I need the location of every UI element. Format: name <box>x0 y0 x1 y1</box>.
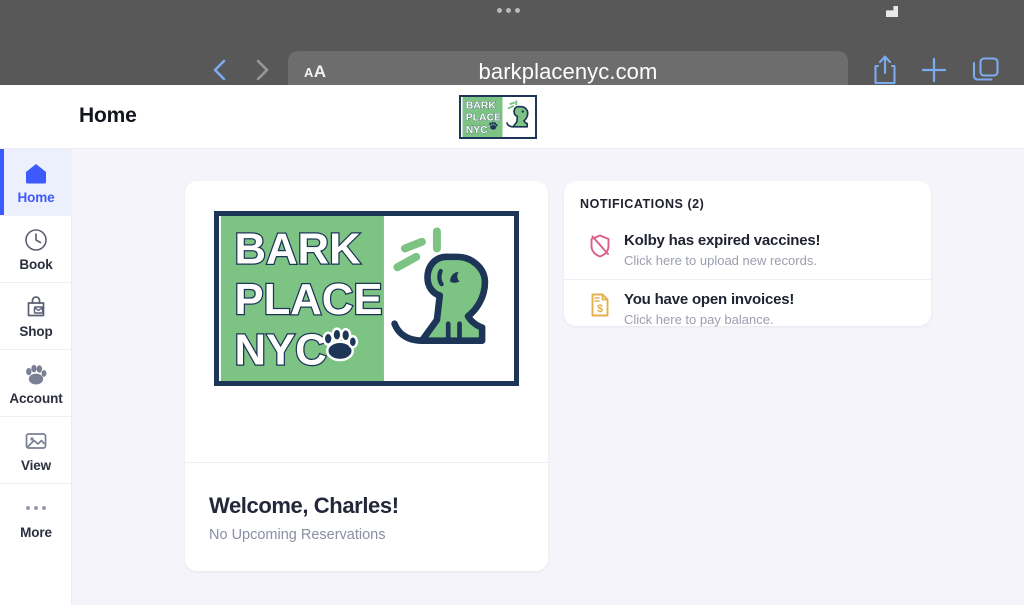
multitasking-dots-icon[interactable] <box>497 8 520 13</box>
status-indicator-icon <box>886 6 898 17</box>
tabs-icon[interactable] <box>971 56 1001 84</box>
notification-subtitle: Click here to pay balance. <box>624 312 774 327</box>
notifications-card: NOTIFICATIONS (2) Kolby has expired vacc… <box>564 181 931 327</box>
svg-text:NYC: NYC <box>466 125 488 136</box>
sidebar-item-label: Home <box>17 189 55 205</box>
svg-text:PLACE: PLACE <box>235 275 383 324</box>
back-button[interactable] <box>207 55 233 85</box>
new-tab-icon[interactable] <box>920 56 948 84</box>
sidebar-item-account[interactable]: Account <box>0 350 72 417</box>
browser-chrome: AA barkplacenyc.com <box>0 0 1024 93</box>
invoice-dollar-icon: $ <box>588 292 612 318</box>
sidebar-item-view[interactable]: View <box>0 417 72 484</box>
svg-text:BARK: BARK <box>235 225 362 274</box>
page-title: Home <box>79 104 137 127</box>
safari-toolbar: AA barkplacenyc.com <box>0 22 1024 93</box>
welcome-card: BARK PLACE NYC Welcome, Charles! No Upco… <box>185 181 548 571</box>
notification-text: Kolby has expired vaccines! Click here t… <box>624 231 821 269</box>
sidebar-item-label: Account <box>9 390 63 406</box>
sidebar-item-more[interactable]: More <box>0 484 72 551</box>
notifications-list: Kolby has expired vaccines! Click here t… <box>564 221 931 338</box>
sidebar-item-label: View <box>20 457 52 473</box>
sidebar-item-shop[interactable]: Shop <box>0 283 72 350</box>
shield-slash-icon <box>588 233 612 259</box>
logo-section: BARK PLACE NYC <box>185 181 548 463</box>
sidebar-item-home[interactable]: Home <box>0 149 72 216</box>
notification-title: You have open invoices! <box>624 291 795 308</box>
svg-text:$: $ <box>597 303 603 315</box>
welcome-title: Welcome, Charles! <box>209 493 399 518</box>
svg-text:PLACE: PLACE <box>466 113 501 124</box>
header-logo: BARK PLACE NYC <box>459 95 537 139</box>
welcome-section: Welcome, Charles! No Upcoming Reservatio… <box>185 464 548 571</box>
forward-button[interactable] <box>249 55 275 85</box>
brand-logo: BARK PLACE NYC <box>214 211 519 386</box>
sidebar-item-label: Shop <box>19 323 53 339</box>
sidebar-item-label: Book <box>19 256 53 272</box>
home-icon <box>23 160 49 186</box>
notification-item-invoices[interactable]: $ You have open invoices! Click here to … <box>564 279 931 338</box>
sidebar-item-label: More <box>20 525 52 540</box>
notification-item-vaccines[interactable]: Kolby has expired vaccines! Click here t… <box>564 221 931 279</box>
share-icon[interactable] <box>872 54 898 85</box>
clock-icon <box>23 227 49 253</box>
ipad-status-bar <box>0 0 1024 22</box>
bag-icon <box>23 294 49 320</box>
photo-icon <box>23 428 49 454</box>
main-content: BARK PLACE NYC Welcome, Charles! No Upco… <box>72 149 1024 605</box>
notifications-heading: NOTIFICATIONS (2) <box>580 197 705 211</box>
notification-title: Kolby has expired vaccines! <box>624 232 821 249</box>
paw-icon <box>23 361 49 387</box>
notification-subtitle: Click here to upload new records. <box>624 253 817 268</box>
svg-text:NYC: NYC <box>235 326 327 375</box>
notification-text: You have open invoices! Click here to pa… <box>624 290 794 328</box>
ellipsis-icon <box>26 495 46 521</box>
sidebar-item-book[interactable]: Book <box>0 216 72 283</box>
sidebar: Home Book Shop Account View More <box>0 149 72 605</box>
svg-text:BARK: BARK <box>466 100 497 111</box>
welcome-subtitle: No Upcoming Reservations <box>209 527 386 543</box>
